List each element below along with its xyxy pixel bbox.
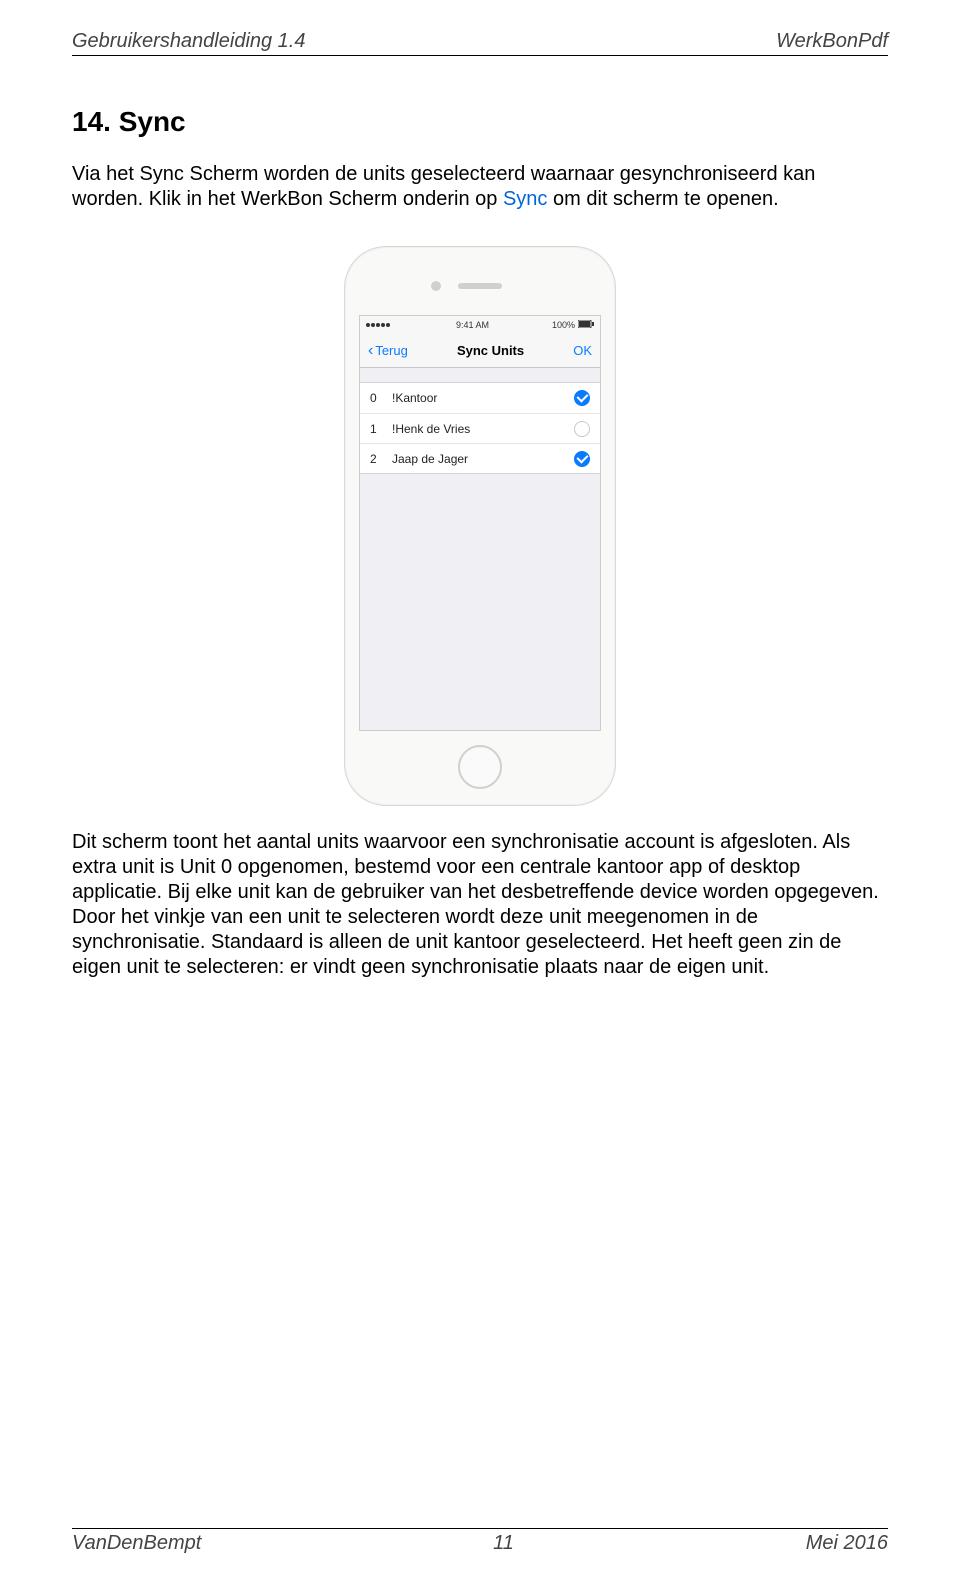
signal-dots-icon	[366, 323, 390, 327]
row-name: !Kantoor	[386, 391, 574, 405]
header-left: Gebruikershandleiding 1.4	[72, 30, 306, 53]
battery-icon	[578, 320, 594, 330]
status-time: 9:41 AM	[456, 320, 489, 330]
back-label: Terug	[375, 343, 408, 358]
body-paragraph: Dit scherm toont het aantal units waarvo…	[72, 830, 888, 980]
intro-post: om dit scherm te openen.	[547, 188, 778, 210]
footer-page-number: 11	[493, 1532, 514, 1555]
status-left	[366, 323, 393, 327]
phone-figure: 9:41 AM 100% ‹ Terug Sync Units OK	[72, 246, 888, 806]
footer-rule	[72, 1528, 888, 1529]
ok-button[interactable]: OK	[573, 343, 592, 358]
nav-bar: ‹ Terug Sync Units OK	[360, 334, 600, 368]
phone-screen: 9:41 AM 100% ‹ Terug Sync Units OK	[359, 315, 601, 731]
speaker-slot	[458, 283, 502, 289]
list-item[interactable]: 2 Jaap de Jager	[360, 443, 600, 473]
home-button[interactable]	[458, 745, 502, 789]
row-index: 1	[370, 422, 386, 436]
list-item[interactable]: 0 !Kantoor	[360, 383, 600, 413]
sync-link[interactable]: Sync	[503, 188, 547, 210]
chevron-left-icon: ‹	[368, 343, 373, 359]
iphone-frame: 9:41 AM 100% ‹ Terug Sync Units OK	[344, 246, 616, 806]
checkmark-icon[interactable]	[574, 390, 590, 406]
checkmark-icon[interactable]	[574, 421, 590, 437]
status-right: 100%	[552, 320, 594, 330]
page-footer: VanDenBempt 11 Mei 2016	[72, 1532, 888, 1555]
footer-left: VanDenBempt	[72, 1532, 201, 1555]
nav-title: Sync Units	[457, 343, 524, 358]
page-header: Gebruikershandleiding 1.4 WerkBonPdf	[72, 30, 888, 53]
row-name: Jaap de Jager	[386, 452, 574, 466]
row-index: 0	[370, 391, 386, 405]
list-item[interactable]: 1 !Henk de Vries	[360, 413, 600, 443]
camera-dot	[431, 281, 441, 291]
back-button[interactable]: ‹ Terug	[368, 343, 408, 359]
section-title: 14. Sync	[72, 106, 888, 138]
checkmark-icon[interactable]	[574, 451, 590, 467]
header-right: WerkBonPdf	[776, 30, 888, 53]
page: Gebruikershandleiding 1.4 WerkBonPdf 14.…	[0, 0, 960, 1585]
footer-right: Mei 2016	[806, 1532, 888, 1555]
battery-label: 100%	[552, 320, 575, 330]
row-name: !Henk de Vries	[386, 422, 574, 436]
status-bar: 9:41 AM 100%	[360, 316, 600, 334]
intro-paragraph: Via het Sync Scherm worden de units gese…	[72, 162, 888, 212]
row-index: 2	[370, 452, 386, 466]
sync-units-list: 0 !Kantoor 1 !Henk de Vries 2 Jaap de Ja…	[360, 382, 600, 474]
header-rule	[72, 55, 888, 56]
